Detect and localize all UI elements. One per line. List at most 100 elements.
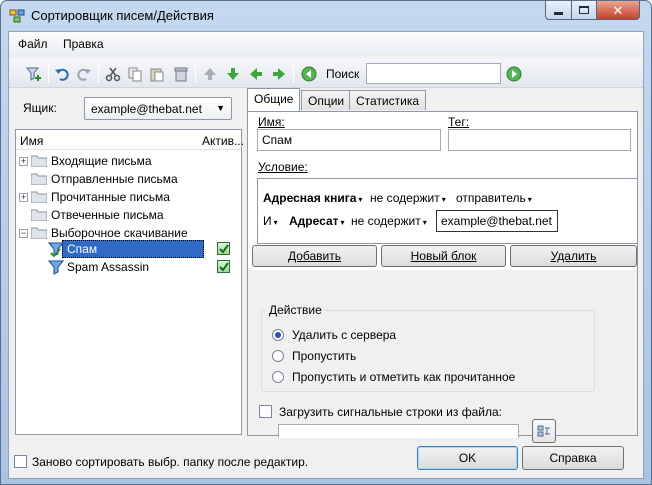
action-option-skip-mark-read[interactable]: Пропустить и отметить как прочитанное	[292, 370, 515, 384]
tree-folder-replied[interactable]: Отвеченные письма	[19, 206, 164, 224]
action-group-title: Действие	[266, 303, 325, 317]
close-button[interactable]: ✕	[596, 1, 640, 20]
move-left-icon[interactable]	[247, 65, 265, 83]
maximize-button[interactable]	[571, 1, 597, 20]
delete-button[interactable]: Удалить	[510, 245, 637, 267]
tree-filter-spam[interactable]: Спам	[48, 240, 97, 258]
active-check-icon[interactable]	[217, 260, 230, 273]
name-input[interactable]	[257, 129, 441, 151]
search-input[interactable]	[366, 63, 501, 84]
new-block-button[interactable]: Новый блок	[381, 245, 506, 267]
condition-operator-dropdown[interactable]: не содержит ▾	[351, 214, 427, 228]
filter-tree[interactable]: Имя Актив... + Входящие письма Отправлен…	[15, 129, 244, 435]
resort-label[interactable]: Заново сортировать выбр. папку после ред…	[32, 455, 308, 469]
resort-checkbox[interactable]	[14, 455, 27, 468]
add-button[interactable]: Добавить	[252, 245, 377, 267]
menu-file[interactable]: Файл	[18, 37, 48, 51]
tree-item-label: Выборочное скачивание	[51, 226, 188, 240]
condition-field-dropdown[interactable]: Адресат ▾	[289, 214, 345, 228]
tree-folder-inbox[interactable]: + Входящие письма	[19, 152, 152, 170]
move-up-icon[interactable]	[201, 65, 219, 83]
close-icon: ✕	[612, 2, 624, 18]
folder-icon	[31, 173, 47, 185]
move-down-icon[interactable]	[224, 65, 242, 83]
tree-filter-spam-assassin[interactable]: Spam Assassin	[48, 258, 149, 276]
tree-item-label: Spam Assassin	[67, 260, 150, 274]
column-active[interactable]: Актив...	[202, 134, 244, 148]
paste-icon[interactable]	[148, 65, 166, 83]
delete-icon[interactable]	[172, 65, 190, 83]
copy-icon[interactable]	[126, 65, 144, 83]
tab-general-body: Имя: Тег: Условие: Адресная книга▾ не со…	[247, 111, 638, 443]
tab-statistics[interactable]: Статистика	[349, 90, 427, 110]
undo-icon[interactable]	[53, 65, 71, 83]
action-group: Действие Удалить с сервера Пропустить Пр…	[261, 303, 595, 392]
filter-app-icon	[9, 8, 25, 24]
move-right-icon[interactable]	[270, 65, 288, 83]
condition-label: Условие:	[258, 160, 308, 174]
chevron-down-icon: ▼	[216, 103, 225, 113]
folder-icon	[31, 155, 47, 167]
minimize-button[interactable]	[545, 1, 572, 20]
search-forward-icon[interactable]	[505, 65, 523, 83]
action-option-skip[interactable]: Пропустить	[292, 349, 356, 363]
collapse-icon[interactable]: −	[19, 228, 28, 238]
filter-icon	[48, 242, 64, 257]
tree-item-label: Входящие письма	[51, 154, 152, 168]
tree-item-label: Прочитанные письма	[51, 190, 170, 204]
dialog-footer: Заново сортировать выбр. папку после ред…	[9, 436, 643, 480]
tab-general[interactable]: Общие	[247, 88, 301, 111]
menu-bar: Файл Правка	[9, 32, 643, 56]
tag-input[interactable]	[448, 129, 631, 151]
toolbar: Поиск	[9, 58, 643, 88]
minimize-icon	[554, 11, 563, 15]
redo-icon[interactable]	[75, 65, 93, 83]
filter-icon	[48, 260, 64, 275]
folder-panel: Ящик: example@thebat.net ▼ Имя Актив... …	[15, 93, 244, 435]
mailbox-label: Ящик:	[23, 101, 57, 115]
load-lines-label[interactable]: Загрузить сигнальные строки из файла:	[279, 405, 502, 419]
condition-operator-dropdown[interactable]: не содержит ▾	[370, 191, 446, 205]
active-check-icon[interactable]	[217, 242, 230, 255]
properties-panel: Общие Опции Статистика Имя: Тег: Условие…	[247, 88, 638, 443]
condition-value-dropdown[interactable]: отправитель ▾	[456, 191, 532, 205]
folder-icon	[31, 227, 47, 239]
expand-icon[interactable]: +	[19, 192, 28, 202]
condition-value-input[interactable]	[436, 210, 558, 232]
toolbar-separator	[98, 63, 99, 83]
action-option-delete[interactable]: Удалить с сервера	[292, 328, 396, 342]
new-filter-icon[interactable]	[25, 65, 43, 83]
folder-icon	[31, 191, 47, 203]
toolbar-separator	[48, 63, 49, 83]
folder-icon	[31, 209, 47, 221]
search-label: Поиск	[326, 67, 360, 81]
ok-button[interactable]: OK	[417, 446, 518, 470]
mailbox-select-value: example@thebat.net	[91, 102, 202, 116]
search-back-icon[interactable]	[300, 65, 318, 83]
dialog-client: Файл Правка Поиск Ящик: example@thebat.n…	[8, 31, 644, 479]
toolbar-separator	[293, 63, 294, 83]
help-button[interactable]: Справка	[522, 446, 624, 470]
tag-label: Тег:	[448, 115, 470, 129]
name-label: Имя:	[258, 115, 285, 129]
action-radio-delete[interactable]	[272, 329, 284, 341]
app-window: Сортировщик писем/Действия ✕ Файл Правка	[0, 0, 652, 485]
column-name[interactable]: Имя	[20, 134, 43, 148]
tab-options[interactable]: Опции	[301, 90, 352, 110]
tree-item-label: Отправленные письма	[51, 172, 178, 186]
cut-icon[interactable]	[104, 65, 122, 83]
action-radio-skip[interactable]	[272, 350, 284, 362]
condition-editor[interactable]: Адресная книга ▾ не содержит ▾ отправитель…	[257, 178, 638, 244]
menu-edit[interactable]: Правка	[63, 37, 104, 51]
mailbox-select[interactable]: example@thebat.net ▼	[84, 97, 232, 120]
load-lines-checkbox[interactable]	[259, 405, 272, 418]
condition-conjunction[interactable]: И ▾	[263, 214, 278, 228]
expand-icon[interactable]: +	[19, 156, 28, 166]
tree-folder-sent[interactable]: Отправленные письма	[19, 170, 178, 188]
title-bar: Сортировщик писем/Действия ✕	[1, 1, 651, 31]
tree-header: Имя Актив...	[16, 130, 244, 150]
tree-folder-read[interactable]: + Прочитанные письма	[19, 188, 170, 206]
condition-field-dropdown[interactable]: Адресная книга ▾	[263, 191, 362, 205]
action-radio-skip-mark-read[interactable]	[272, 371, 284, 383]
tree-item-label: Отвеченные письма	[51, 208, 164, 222]
